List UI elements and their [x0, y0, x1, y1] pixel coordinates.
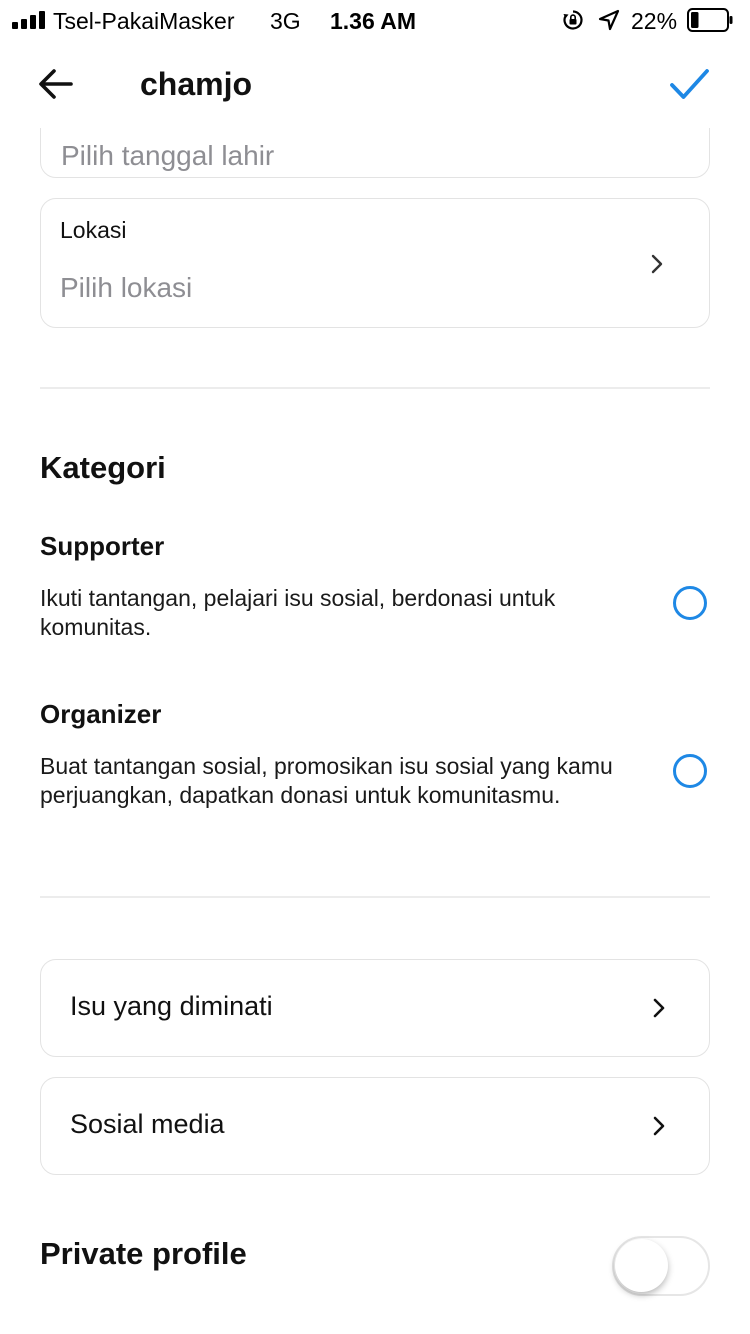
- checkmark-icon[interactable]: [668, 66, 710, 104]
- orientation-lock-icon: [563, 10, 583, 30]
- interests-label: Isu yang diminati: [70, 991, 273, 1021]
- category-heading: Kategori: [40, 450, 166, 485]
- toggle-knob: [615, 1239, 668, 1292]
- section-divider: [40, 387, 710, 389]
- battery-icon: [687, 8, 733, 32]
- private-profile-toggle[interactable]: [612, 1236, 710, 1296]
- location-placeholder: Pilih lokasi: [60, 272, 193, 303]
- organizer-description: Buat tantangan sosial, promosikan isu so…: [40, 753, 613, 808]
- location-field[interactable]: Lokasi Pilih lokasi: [40, 198, 710, 328]
- page-title: chamjo: [140, 66, 253, 102]
- birth-date-placeholder: Pilih tanggal lahir: [61, 140, 275, 171]
- organizer-title: Organizer: [40, 699, 162, 729]
- back-arrow-icon[interactable]: [36, 64, 76, 104]
- form-content: Pilih tanggal lahir Lokasi Pilih lokasi …: [0, 128, 750, 1334]
- network-type: 3G: [270, 8, 301, 34]
- location-label: Lokasi: [60, 217, 127, 243]
- status-time: 1.36 AM: [330, 8, 417, 34]
- status-bar: Tsel-PakaiMasker 3G 1.36 AM 22%: [0, 0, 750, 40]
- social-media-label: Sosial media: [70, 1109, 225, 1139]
- section-divider: [40, 896, 710, 898]
- chevron-right-icon: [651, 254, 663, 274]
- birth-date-field[interactable]: Pilih tanggal lahir: [40, 128, 710, 178]
- edit-profile-screen: Tsel-PakaiMasker 3G 1.36 AM 22% chamjo P…: [0, 0, 750, 1334]
- social-media-row[interactable]: Sosial media: [40, 1077, 710, 1175]
- battery-percentage: 22%: [631, 8, 678, 34]
- carrier-name: Tsel-PakaiMasker: [53, 8, 235, 34]
- interests-row[interactable]: Isu yang diminati: [40, 959, 710, 1057]
- signal-icon: [12, 11, 46, 29]
- location-arrow-icon: [598, 9, 620, 31]
- supporter-radio[interactable]: [673, 586, 707, 620]
- chevron-right-icon: [653, 1116, 665, 1136]
- chevron-right-icon: [653, 998, 665, 1018]
- supporter-description: Ikuti tantangan, pelajari isu sosial, be…: [40, 585, 556, 640]
- organizer-radio[interactable]: [673, 754, 707, 788]
- private-profile-label: Private profile: [40, 1236, 247, 1271]
- supporter-title: Supporter: [40, 531, 165, 561]
